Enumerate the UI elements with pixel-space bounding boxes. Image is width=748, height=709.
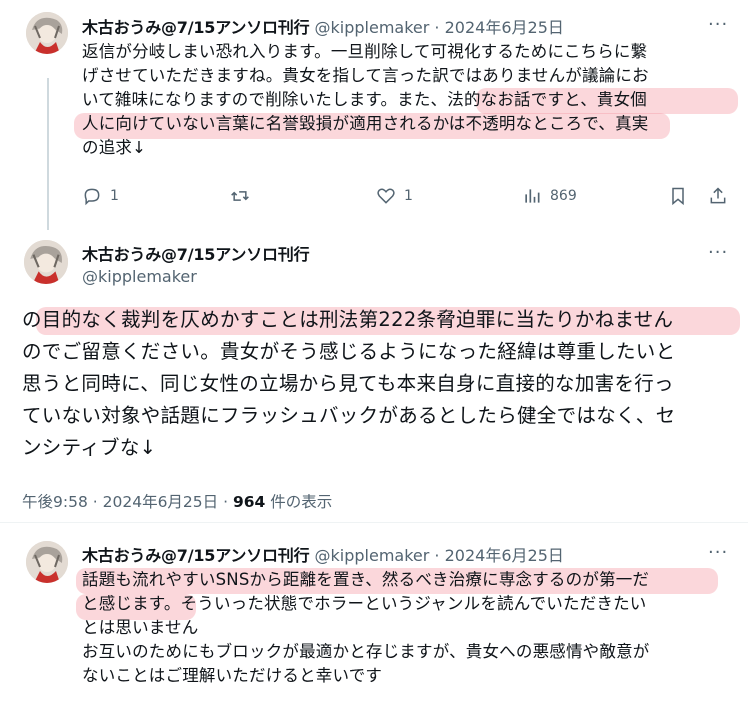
- author-handle[interactable]: @kipplemaker: [315, 18, 430, 37]
- reply-count: 1: [110, 188, 119, 204]
- tweet-stats: 午後9:58 · 2024年6月25日 · 964 件の表示: [22, 490, 332, 512]
- author-name[interactable]: 木古おうみ@7/15アンソロ刊行: [82, 245, 310, 264]
- retweet-button[interactable]: [230, 186, 258, 206]
- tweet-text-line: のでご留意ください。貴女がそう感じるようになった経緯は尊重したいと: [22, 340, 676, 363]
- retweet-icon: [231, 191, 249, 201]
- thread-line: [47, 78, 49, 230]
- reply-button[interactable]: 1: [82, 186, 119, 206]
- views-button[interactable]: 869: [522, 186, 577, 206]
- tweet-text-line: ないことはご理解いただけると幸いです: [82, 666, 383, 685]
- tweet-date[interactable]: 2024年6月25日: [103, 493, 219, 511]
- views-count: 964: [232, 493, 266, 511]
- tweet-date[interactable]: 2024年6月25日: [445, 546, 564, 565]
- tweet-text-line: 人に向けていない言葉に名誉毀損が適用されるかは不透明なところで、真実: [82, 114, 649, 133]
- tweet-date[interactable]: 2024年6月25日: [445, 18, 564, 37]
- bookmark-icon: [672, 187, 684, 206]
- tweet-text-line: 話題も流れやすいSNSから距離を置き、然るべき治療に専念するのが第一だ: [82, 570, 650, 589]
- tweet-time[interactable]: 午後9:58: [22, 493, 88, 511]
- tweet-text-line: 返信が分岐しまい恐れ入ります。一旦削除して可視化するためにこちらに繋: [82, 42, 648, 61]
- author-name[interactable]: 木古おうみ@7/15アンソロ刊行: [82, 546, 310, 565]
- tweet-text-line: と感じます。そういった状態でホラーというジャンルを読んでいただきたい: [82, 594, 647, 613]
- meta-separator: ·: [92, 493, 98, 511]
- like-button[interactable]: 1: [376, 186, 413, 206]
- avatar[interactable]: [26, 12, 68, 54]
- views-count: 869: [550, 188, 577, 204]
- tweet-text: 返信が分岐しまい恐れ入ります。一旦削除して可視化するためにこちらに繋 げさせてい…: [82, 40, 649, 160]
- reply-icon: [84, 188, 100, 206]
- author-name[interactable]: 木古おうみ@7/15アンソロ刊行: [82, 18, 310, 37]
- tweet-text-line: お互いのためにもブロックが最適かと存じますが、貴女への悪感情や敵意が: [82, 642, 650, 661]
- share-button[interactable]: [708, 186, 728, 206]
- tweet-text: 話題も流れやすいSNSから距離を置き、然るべき治療に専念するのが第一だ と感じま…: [82, 568, 649, 688]
- meta-separator: ·: [223, 493, 229, 511]
- tweet-text-line: ていない対象や話題にフラッシュバックがあるとしたら健全ではなく、セ: [22, 404, 676, 427]
- avatar[interactable]: [24, 240, 68, 284]
- views-icon: [525, 189, 540, 203]
- views-label: 件の表示: [270, 493, 333, 511]
- tweet-text-line: げさせていただきますね。貴女を指して言った訳ではありませんが議論にお: [82, 66, 649, 85]
- tweet-text-line: ンシティブな↓: [22, 436, 157, 459]
- tweet-text-line: とは思いません: [82, 618, 199, 637]
- bookmark-button[interactable]: [668, 186, 688, 206]
- meta-separator: ·: [434, 546, 440, 565]
- more-icon[interactable]: ···: [708, 16, 728, 34]
- more-icon[interactable]: ···: [708, 544, 728, 562]
- author-handle[interactable]: @kipplemaker: [315, 546, 430, 565]
- tweet-text-line: の追求↓: [82, 138, 147, 157]
- tweet-text-line: いて雑味になりますので削除いたします。また、法的なお話ですと、貴女個: [82, 90, 647, 109]
- like-icon: [377, 188, 395, 204]
- tweet-text-line: 思うと同時に、同じ女性の立場から見ても本来自身に直接的な加害を行っ: [22, 372, 674, 395]
- divider: [0, 522, 748, 523]
- author-handle[interactable]: @kipplemaker: [82, 267, 197, 286]
- avatar[interactable]: [26, 541, 68, 583]
- like-count: 1: [404, 188, 413, 204]
- tweet-text: の目的なく裁判を仄めかすことは刑法第222条脅迫罪に当たりかねません のでご留意…: [22, 304, 675, 464]
- share-icon: [710, 187, 726, 204]
- more-icon[interactable]: ···: [708, 244, 728, 262]
- tweet-text-line: の目的なく裁判を仄めかすことは刑法第222条脅迫罪に当たりかねません: [22, 308, 674, 331]
- meta-separator: ·: [434, 18, 440, 37]
